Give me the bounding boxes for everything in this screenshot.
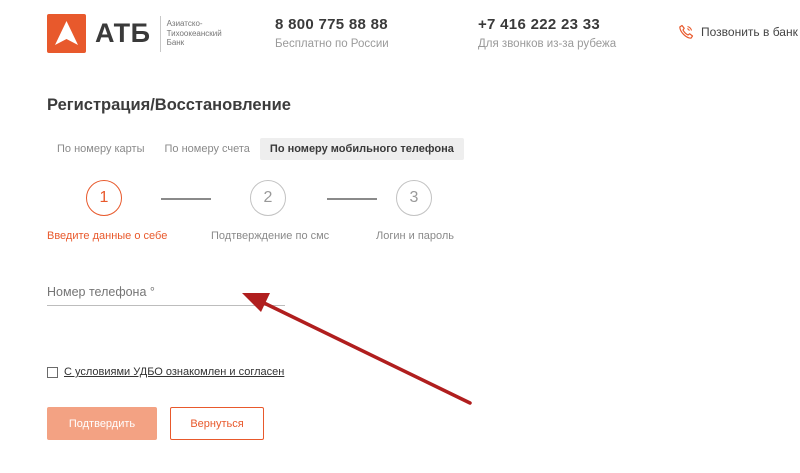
agreement-row[interactable]: С условиями УДБО ознакомлен и согласен [47, 366, 284, 378]
step-label-3: Логин и пароль [376, 230, 455, 242]
logo-divider [159, 15, 161, 52]
step-circle-2: 2 [250, 180, 286, 216]
phone-russia: 8 800 775 88 88 Бесплатно по России [275, 16, 389, 50]
agreement-label[interactable]: С условиями УДБО ознакомлен и согласен [64, 366, 284, 378]
call-bank-label: Позвонить в банк [701, 25, 798, 39]
phone-number-input[interactable] [47, 285, 285, 306]
confirm-button[interactable]: Подтвердить [47, 407, 157, 440]
bank-logo[interactable]: АТБ Азиатско-Тихоокеанский Банк [47, 14, 229, 53]
agreement-checkbox[interactable] [47, 366, 58, 378]
registration-tabs: По номеру карты По номеру счета По номер… [47, 138, 464, 160]
tab-card-number[interactable]: По номеру карты [47, 138, 155, 160]
phone-caption: Для звонков из-за рубежа [478, 38, 617, 50]
step-connector [161, 198, 211, 200]
phone-icon [679, 24, 694, 39]
page-title: Регистрация/Восстановление [47, 96, 291, 114]
logo-mark-icon [47, 14, 86, 53]
phone-number[interactable]: +7 416 222 23 33 [478, 16, 616, 33]
back-button[interactable]: Вернуться [170, 407, 264, 440]
phone-caption: Бесплатно по России [275, 38, 389, 50]
step-label-1: Введите данные о себе [47, 230, 168, 242]
step-circle-3: 3 [396, 180, 432, 216]
phone-number[interactable]: 8 800 775 88 88 [275, 16, 389, 33]
tab-account-number[interactable]: По номеру счета [155, 138, 260, 160]
phone-abroad: +7 416 222 23 33 Для звонков из-за рубеж… [478, 16, 616, 50]
logo-name: АТБ [95, 18, 151, 48]
header: АТБ Азиатско-Тихоокеанский Банк 8 800 77… [0, 0, 800, 70]
call-bank-link[interactable]: Позвонить в банк [678, 24, 798, 40]
tab-mobile-phone[interactable]: По номеру мобильного телефона [259, 138, 464, 160]
step-label-2: Подтверждение по смс [211, 230, 330, 242]
step-circle-1: 1 [86, 180, 122, 216]
step-connector [327, 198, 377, 200]
logo-subtitle: Азиатско-Тихоокеанский Банк [166, 19, 222, 48]
